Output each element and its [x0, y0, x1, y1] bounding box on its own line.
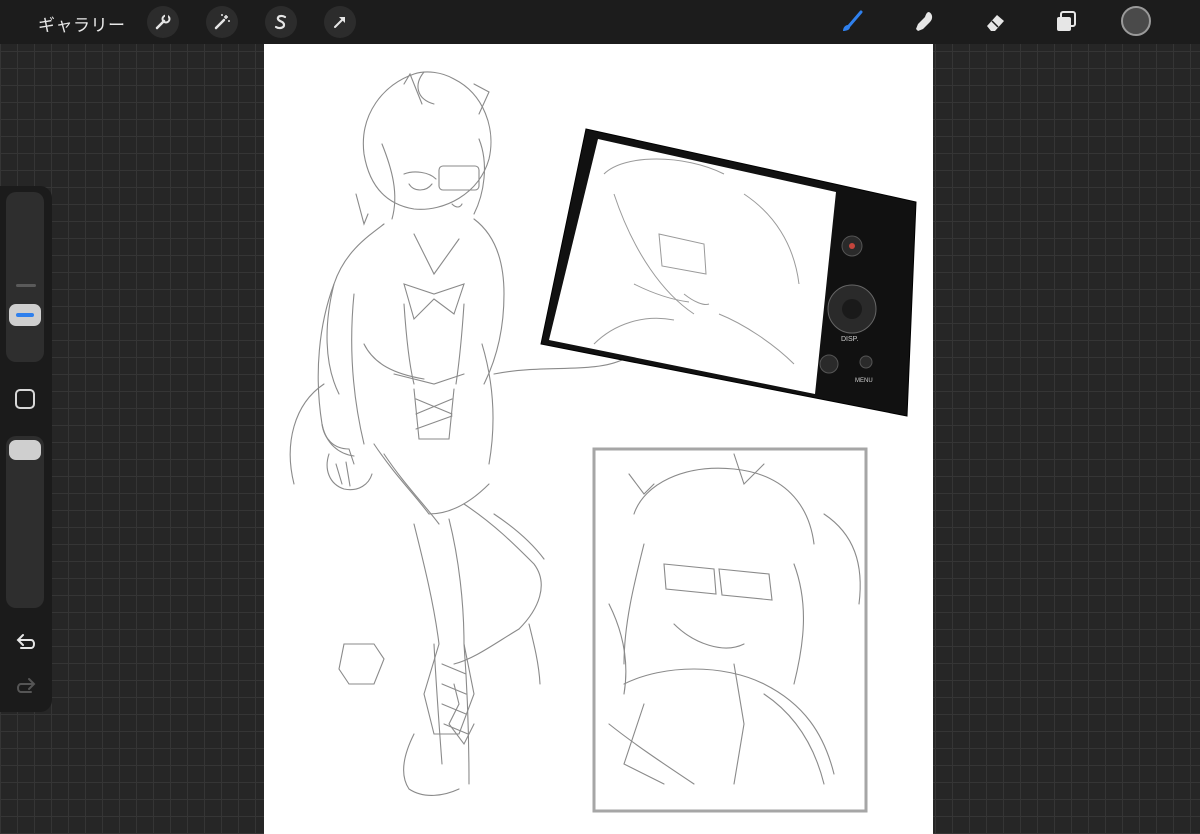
magic-wand-icon[interactable]	[206, 6, 238, 38]
character-sketch	[289, 71, 625, 796]
selection-s-icon[interactable]	[265, 6, 297, 38]
brush-size-thumb[interactable]	[9, 304, 41, 326]
color-swatch[interactable]	[1121, 6, 1151, 36]
framed-sketch	[592, 447, 868, 813]
left-sidebar	[0, 186, 52, 712]
eraser-icon[interactable]	[980, 6, 1012, 38]
square-icon[interactable]	[15, 389, 35, 409]
opacity-thumb[interactable]	[9, 440, 41, 460]
brush-icon[interactable]	[836, 6, 868, 38]
slider-notch	[16, 284, 36, 287]
camera-disp-label: DISP.	[841, 336, 858, 343]
gallery-button[interactable]: ギャラリー	[38, 11, 126, 36]
smudge-finger-icon[interactable]	[908, 6, 940, 38]
redo-arrow-icon[interactable]	[13, 676, 39, 698]
wrench-icon[interactable]	[147, 6, 179, 38]
drawing-canvas[interactable]: DISP. MENU	[264, 44, 933, 834]
undo-arrow-icon[interactable]	[13, 632, 39, 654]
brush-size-slider[interactable]	[6, 192, 44, 362]
camera-drawing: DISP. MENU	[540, 128, 917, 417]
arrow-cursor-icon[interactable]	[324, 6, 356, 38]
layers-icon[interactable]	[1050, 6, 1082, 38]
opacity-slider[interactable]	[6, 436, 44, 608]
top-toolbar: ギャラリー	[0, 0, 1200, 44]
camera-menu-label: MENU	[855, 378, 873, 384]
